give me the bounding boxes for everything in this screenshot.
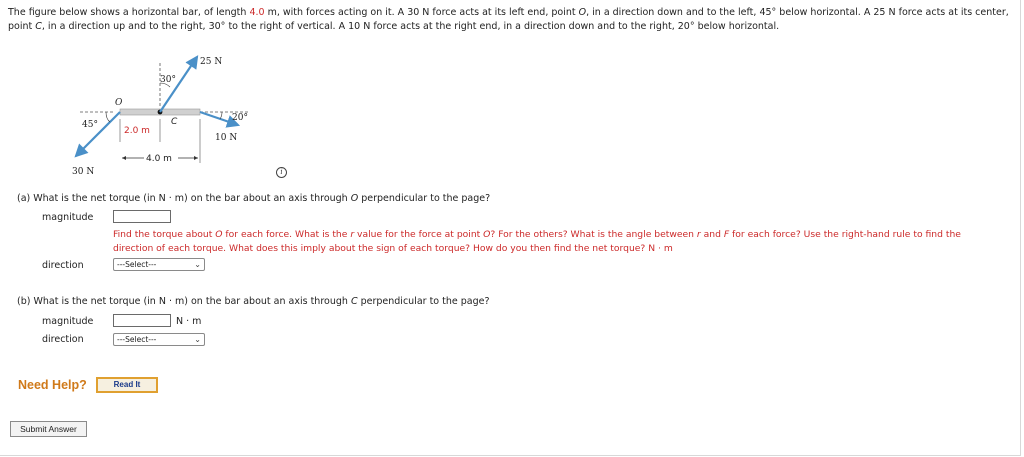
- problem-panel: The figure below shows a horizontal bar,…: [0, 0, 1021, 456]
- question-b: (b) What is the net torque (in N · m) on…: [17, 296, 490, 307]
- hint-text-1: Find the torque about: [113, 229, 216, 240]
- point-c-label: C: [171, 117, 178, 127]
- hint-text-3: value for the force at point: [354, 229, 484, 240]
- half-length-label: 2.0 m: [124, 126, 150, 136]
- force-30n-arrow: [74, 111, 121, 158]
- force-top-label: 25 N: [200, 57, 222, 67]
- intro-length: 4.0: [249, 7, 265, 18]
- question-a-text-end: perpendicular to the page?: [358, 193, 491, 204]
- direction-a-select[interactable]: ---Select--- ⌄: [113, 258, 205, 271]
- angle-arc-right: [219, 111, 223, 120]
- hint-text-5: and: [700, 229, 724, 240]
- chevron-down-icon: ⌄: [194, 335, 201, 344]
- point-o-label: O: [115, 98, 123, 108]
- intro-text-2: m, with forces acting on it. A 30 N forc…: [264, 7, 579, 18]
- force-right-label: 10 N: [215, 133, 237, 143]
- magnitude-b-label: magnitude: [42, 316, 94, 327]
- question-b-text: (b) What is the net torque (in N · m) on…: [17, 296, 351, 307]
- intro-point-o: O: [578, 7, 587, 18]
- need-help-label: Need Help?: [18, 378, 87, 392]
- direction-b-value: ---Select---: [117, 335, 157, 344]
- diagram-svg: 25 N 30° O C 45° 20° 2.0 m 10 N 4.0 m 30…: [72, 55, 250, 177]
- angle-arc-left: [105, 111, 111, 123]
- direction-a-value: ---Select---: [117, 260, 157, 269]
- magnitude-a-label: magnitude: [42, 212, 94, 223]
- angle-right-label: 20°: [232, 113, 248, 123]
- bar-force-diagram: 25 N 30° O C 45° 20° 2.0 m 10 N 4.0 m 30…: [70, 45, 270, 185]
- intro-text-1: The figure below shows a horizontal bar,…: [8, 7, 250, 18]
- magnitude-b-unit: N · m: [176, 316, 202, 327]
- full-length-arrowhead-right: [194, 156, 198, 160]
- angle-left-label: 45°: [82, 120, 98, 130]
- question-b-text-end: perpendicular to the page?: [357, 296, 490, 307]
- hint-text-2: for each force. What is the: [222, 229, 351, 240]
- chevron-down-icon: ⌄: [194, 260, 201, 269]
- read-it-button[interactable]: Read It: [96, 377, 158, 393]
- full-length-label: 4.0 m: [146, 154, 172, 164]
- intro-point-c: C: [35, 21, 42, 32]
- hint-a: Find the torque about O for each force. …: [113, 228, 1003, 255]
- magnitude-b-input[interactable]: [113, 314, 171, 327]
- direction-b-select[interactable]: ---Select--- ⌄: [113, 333, 205, 346]
- question-a: (a) What is the net torque (in N · m) on…: [17, 193, 490, 204]
- full-length-arrowhead-left: [122, 156, 126, 160]
- force-left-label: 30 N: [72, 167, 94, 177]
- info-icon[interactable]: i: [276, 167, 287, 178]
- problem-statement: The figure below shows a horizontal bar,…: [8, 6, 1013, 34]
- magnitude-a-input[interactable]: [113, 210, 171, 223]
- submit-answer-button[interactable]: Submit Answer: [10, 421, 87, 437]
- direction-b-label: direction: [42, 334, 84, 345]
- angle-top-label: 30°: [160, 75, 176, 85]
- question-b-point: C: [350, 296, 358, 307]
- hint-text-4: ? For the others? What is the angle betw…: [490, 229, 697, 240]
- intro-text-4: , in a direction up and to the right, 30…: [41, 21, 780, 32]
- direction-a-label: direction: [42, 260, 84, 271]
- question-a-text: (a) What is the net torque (in N · m) on…: [17, 193, 351, 204]
